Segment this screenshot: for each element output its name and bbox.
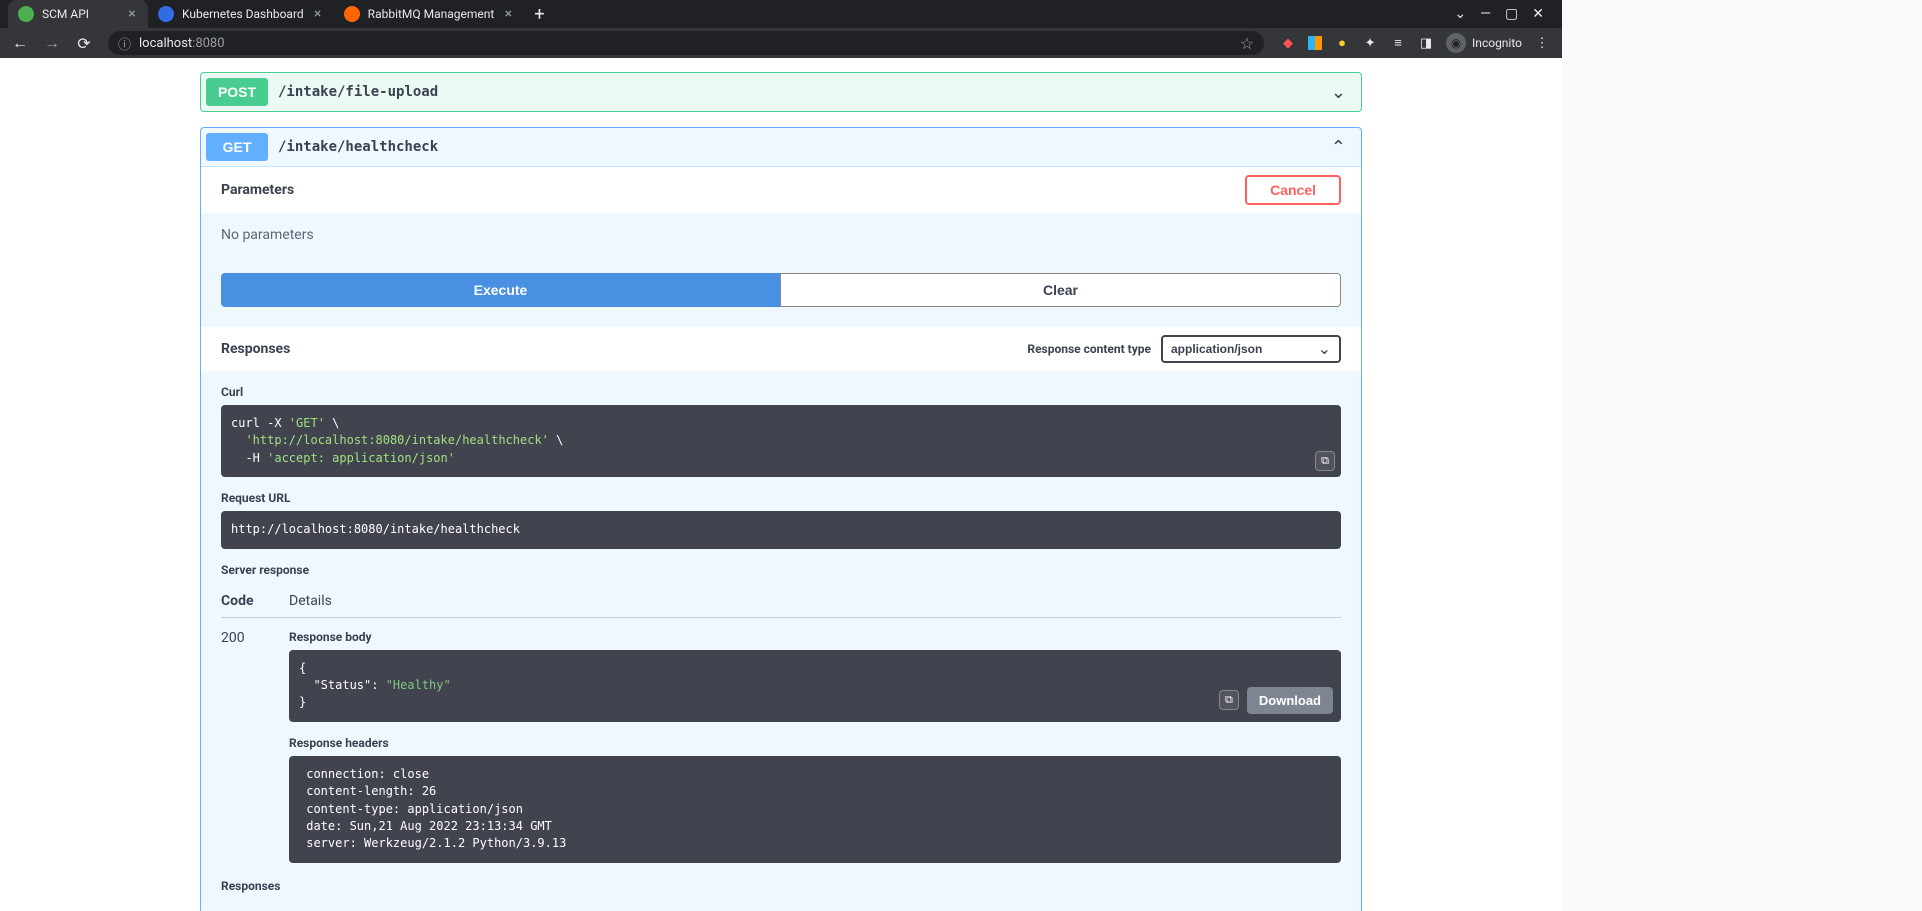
copy-icon[interactable]: ⧉ — [1219, 690, 1239, 710]
tab-title: RabbitMQ Management — [368, 7, 495, 21]
responses-header: Responses Response content type applicat… — [201, 327, 1361, 371]
browser-tab-bar: SCM API × Kubernetes Dashboard × RabbitM… — [0, 0, 1562, 28]
opblock-post-file-upload: POST /intake/file-upload ⌄ — [200, 72, 1362, 112]
response-table-header: Code Details — [221, 593, 1341, 618]
url-field[interactable]: ⓘ localhost:8080 ☆ — [108, 31, 1264, 55]
responses-footer-label: Responses — [221, 879, 1341, 893]
code-column-header: Code — [221, 593, 289, 609]
browser-tab[interactable]: Kubernetes Dashboard × — [148, 0, 334, 28]
reading-list-icon[interactable]: ≡ — [1390, 35, 1406, 51]
no-parameters-text: No parameters — [221, 227, 1341, 243]
response-body-block: { "Status": "Healthy" }⧉Download — [289, 650, 1341, 722]
tab-close-icon[interactable]: × — [310, 6, 326, 22]
favicon-icon — [18, 6, 34, 22]
content-type-select[interactable]: application/json — [1161, 335, 1341, 363]
page-viewport[interactable]: POST /intake/file-upload ⌄ GET /intake/h… — [0, 58, 1562, 911]
parameters-title: Parameters — [221, 182, 294, 198]
execute-button[interactable]: Execute — [221, 273, 780, 307]
extension-icon[interactable]: ● — [1334, 35, 1350, 51]
window-minimize-icon[interactable]: — — [1480, 6, 1491, 22]
tab-title: Kubernetes Dashboard — [182, 7, 304, 21]
browser-tab[interactable]: SCM API × — [8, 0, 148, 28]
chevron-up-icon: ⌃ — [1321, 137, 1356, 158]
favicon-icon — [158, 6, 174, 22]
browser-address-bar: ← → ⟳ ⓘ localhost:8080 ☆ ◆ ● ✦ ≡ ◨ ◉ Inc… — [0, 28, 1562, 58]
nav-reload-button[interactable]: ⟳ — [70, 29, 98, 57]
extension-icon[interactable] — [1308, 36, 1322, 50]
curl-label: Curl — [221, 385, 1341, 399]
response-body-label: Response body — [289, 630, 1341, 644]
url-text: localhost:8080 — [139, 36, 225, 51]
cancel-button[interactable]: Cancel — [1245, 175, 1341, 205]
parameters-header: Parameters Cancel — [201, 167, 1361, 213]
window-close-icon[interactable]: ✕ — [1532, 6, 1544, 22]
window-maximize-icon[interactable]: ▢ — [1505, 6, 1518, 22]
chevron-down-icon: ⌄ — [1321, 82, 1356, 103]
new-tab-button[interactable]: + — [524, 4, 554, 25]
extensions-menu-icon[interactable]: ✦ — [1362, 35, 1378, 51]
clear-button[interactable]: Clear — [780, 273, 1341, 307]
response-row: 200 Response body { "Status": "Healthy" … — [221, 618, 1341, 863]
download-button[interactable]: Download — [1247, 687, 1333, 714]
site-info-icon[interactable]: ⓘ — [118, 34, 131, 53]
http-method-badge: GET — [206, 133, 268, 161]
bookmark-star-icon[interactable]: ☆ — [1240, 34, 1254, 53]
incognito-badge: ◉ Incognito — [1446, 33, 1522, 53]
response-headers-label: Response headers — [289, 736, 1341, 750]
curl-block: curl -X 'GET' \ 'http://localhost:8080/i… — [221, 405, 1341, 477]
response-headers-block: connection: close content-length: 26 con… — [289, 756, 1341, 863]
opblock-summary[interactable]: POST /intake/file-upload ⌄ — [201, 73, 1361, 111]
side-panel-icon[interactable]: ◨ — [1418, 35, 1434, 51]
server-response-label: Server response — [221, 563, 1341, 577]
request-url-block: http://localhost:8080/intake/healthcheck — [221, 511, 1341, 548]
endpoint-path: /intake/file-upload — [278, 84, 1321, 100]
copy-icon[interactable]: ⧉ — [1315, 451, 1335, 471]
nav-forward-button[interactable]: → — [38, 29, 66, 57]
tab-close-icon[interactable]: × — [124, 6, 140, 22]
opblock-summary[interactable]: GET /intake/healthcheck ⌃ — [201, 128, 1361, 166]
response-content-type-label: Response content type — [1027, 342, 1151, 356]
incognito-icon: ◉ — [1446, 33, 1466, 53]
browser-tab[interactable]: RabbitMQ Management × — [334, 0, 525, 28]
tab-close-icon[interactable]: × — [500, 6, 516, 22]
tab-title: SCM API — [42, 7, 118, 21]
responses-title: Responses — [221, 341, 290, 357]
opblock-get-healthcheck: GET /intake/healthcheck ⌃ Parameters Can… — [200, 127, 1362, 911]
endpoint-path: /intake/healthcheck — [278, 139, 1321, 155]
response-status-code: 200 — [221, 630, 289, 863]
chevron-down-icon[interactable]: ⌄ — [1454, 6, 1466, 22]
request-url-label: Request URL — [221, 491, 1341, 505]
favicon-icon — [344, 6, 360, 22]
nav-back-button[interactable]: ← — [6, 29, 34, 57]
http-method-badge: POST — [206, 78, 268, 106]
details-column-header: Details — [289, 593, 332, 609]
extension-icon[interactable]: ◆ — [1280, 35, 1296, 51]
browser-menu-icon[interactable]: ⋮ — [1534, 35, 1550, 51]
